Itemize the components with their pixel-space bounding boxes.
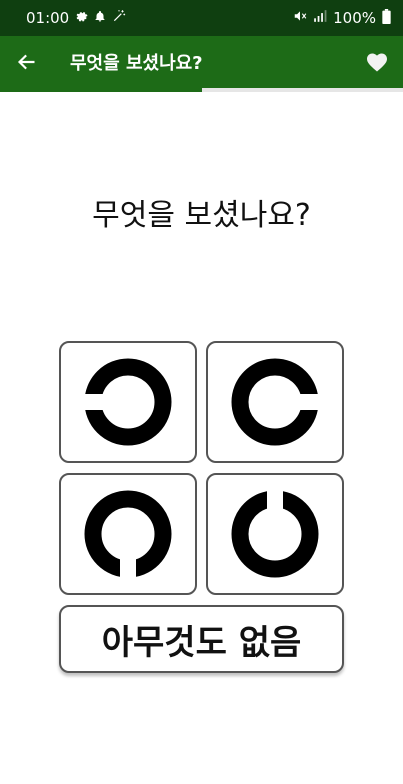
landolt-ring-gap-up-icon xyxy=(231,479,319,578)
app-bar: 무엇을 보셨나요? xyxy=(0,36,403,88)
option-gap-up[interactable] xyxy=(206,473,344,595)
status-left: 01:00 xyxy=(26,9,126,27)
nothing-seen-button[interactable]: 아무것도 없음 xyxy=(59,605,344,673)
progress-fill xyxy=(0,88,202,92)
battery-percent: 100% xyxy=(333,9,376,27)
status-right: 100% xyxy=(293,8,391,28)
mute-vibrate-icon xyxy=(293,9,307,27)
status-time: 01:00 xyxy=(26,9,70,27)
arrow-left-icon xyxy=(17,54,35,70)
status-bar: 01:00 100% xyxy=(0,0,403,36)
progress-bar xyxy=(0,88,403,92)
app-title: 무엇을 보셨나요? xyxy=(70,53,203,74)
landolt-ring-gap-left-icon xyxy=(73,358,172,446)
heart-icon xyxy=(367,53,387,72)
signal-icon xyxy=(313,9,327,27)
magic-wand-icon xyxy=(112,9,126,27)
favorite-button[interactable] xyxy=(363,48,391,76)
gear-icon xyxy=(75,9,88,27)
option-gap-right[interactable] xyxy=(206,341,344,463)
battery-icon xyxy=(382,8,391,28)
option-gap-left[interactable] xyxy=(59,341,197,463)
landolt-ring-gap-down-icon xyxy=(84,490,172,589)
question-text: 무엇을 보셨나요? xyxy=(92,198,311,233)
back-button[interactable] xyxy=(0,36,54,88)
landolt-ring-gap-right-icon xyxy=(231,358,330,446)
bell-icon xyxy=(94,9,106,27)
option-gap-down[interactable] xyxy=(59,473,197,595)
